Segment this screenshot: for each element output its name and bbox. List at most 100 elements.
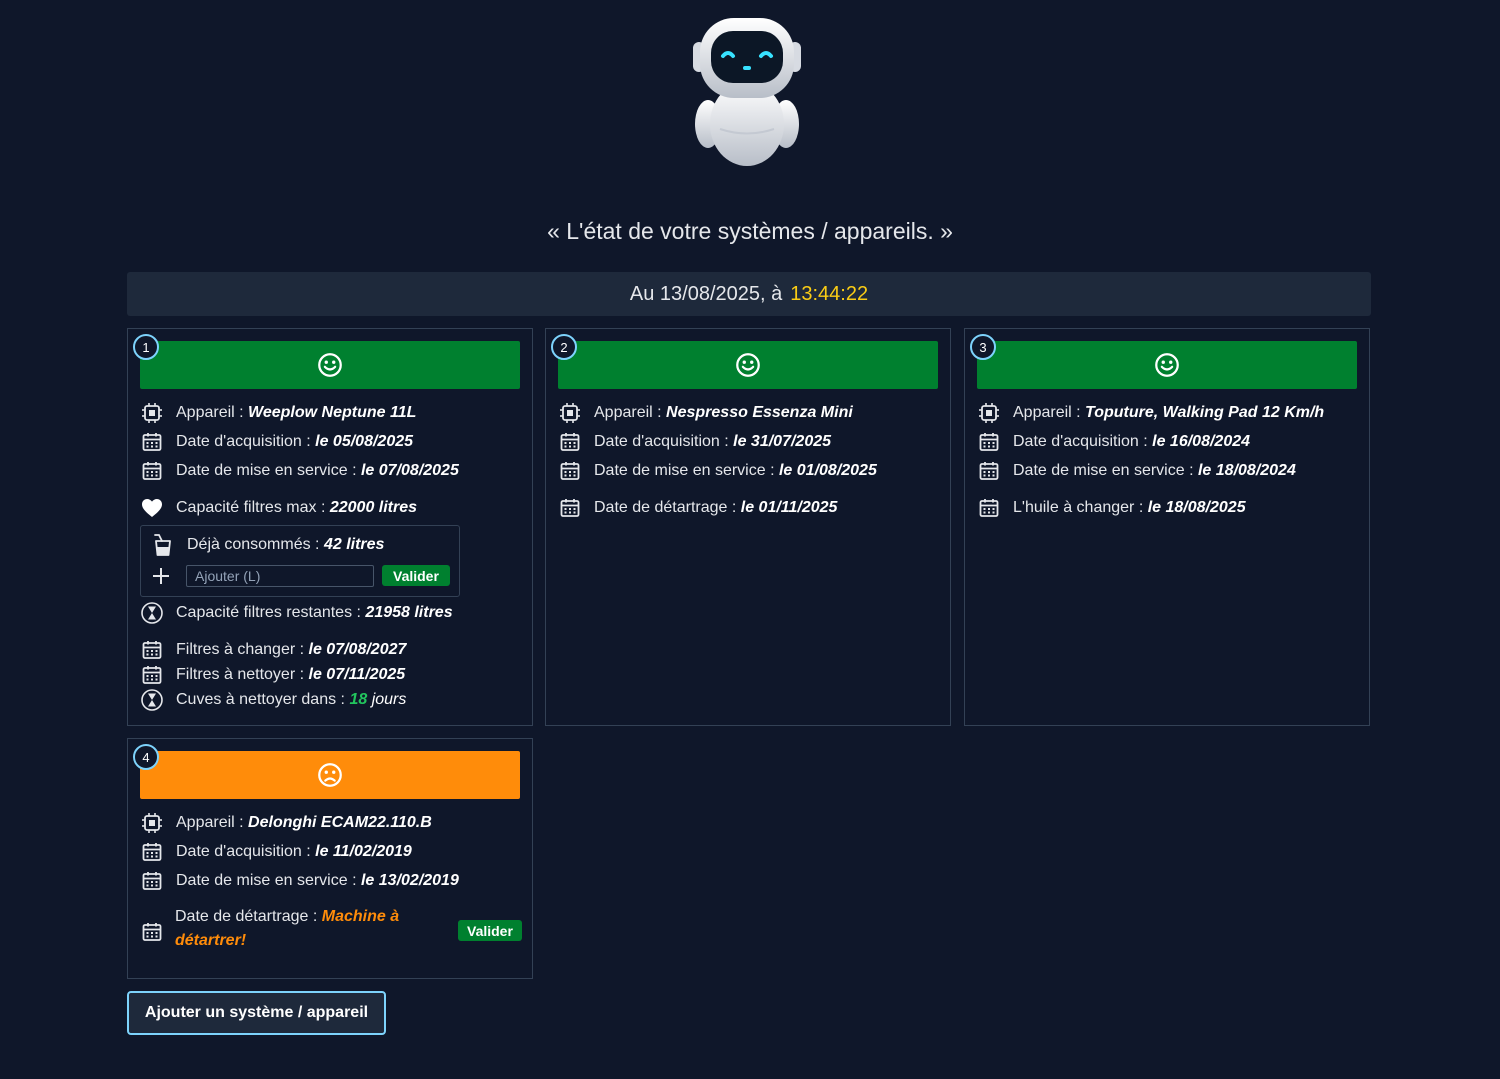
calendar-icon <box>140 638 164 662</box>
chip-icon <box>140 401 164 425</box>
clock-time: 13:44:22 <box>790 282 869 305</box>
device-row: Appareil : Delonghi ECAM22.110.B <box>140 811 432 835</box>
status-banner <box>140 341 520 389</box>
robot-logo <box>682 14 812 166</box>
tanks-days: 18 <box>349 691 368 708</box>
filter-change-date: le 07/08/2027 <box>308 641 407 658</box>
acquisition-row: Date d'acquisition : le 16/08/2024 <box>977 430 1250 454</box>
descale-label: Date de détartrage : <box>594 499 737 516</box>
device-card: 1 Appareil : Weeplow Neptune 11L Date d'… <box>127 328 533 726</box>
card-number-badge: 2 <box>551 334 577 360</box>
service-row: Date de mise en service : le 13/02/2019 <box>140 869 459 893</box>
date-bar: Au 13/08/2025, à 13:44:22 <box>127 272 1371 316</box>
device-row: Appareil : Nespresso Essenza Mini <box>558 401 853 425</box>
date-text: Au 13/08/2025, à <box>629 282 783 305</box>
remaining-row: Capacité filtres restantes : 21958 litre… <box>140 601 453 625</box>
descale-date: le 01/11/2025 <box>740 499 838 516</box>
service-row: Date de mise en service : le 01/08/2025 <box>558 459 877 483</box>
acquisition-date: le 31/07/2025 <box>733 433 832 450</box>
service-date: le 18/08/2024 <box>1197 462 1296 479</box>
page-subtitle: « L'état de votre systèmes / appareils. … <box>547 218 953 244</box>
consumed-value: 42 litres <box>323 536 385 553</box>
service-row: Date de mise en service : le 18/08/2024 <box>977 459 1296 483</box>
service-row: Date de mise en service : le 07/08/2025 <box>140 459 459 483</box>
calendar-icon <box>558 430 582 454</box>
device-name: Weeplow Neptune 11L <box>248 404 417 421</box>
calendar-icon <box>140 840 164 864</box>
tanks-unit: jours <box>371 691 407 708</box>
status-banner <box>558 341 938 389</box>
calendar-icon <box>140 459 164 483</box>
card-number-badge: 4 <box>133 744 159 770</box>
consumed-row: Déjà consommés : 42 litres <box>151 533 384 557</box>
acquisition-row: Date d'acquisition : le 11/02/2019 <box>140 840 412 864</box>
chip-icon <box>977 401 1001 425</box>
add-system-button[interactable]: Ajouter un système / appareil <box>127 991 386 1035</box>
device-row: Appareil : Toputure, Walking Pad 12 Km/h <box>977 401 1324 425</box>
device-name: Toputure, Walking Pad 12 Km/h <box>1085 404 1325 421</box>
capacity-label: Capacité filtres max : <box>176 499 326 516</box>
smile-icon <box>734 351 762 379</box>
service-label: Date de mise en service : <box>594 462 775 479</box>
frown-icon <box>316 761 344 789</box>
capacity-row: Capacité filtres max : 22000 litres <box>140 496 417 520</box>
oil-row: L'huile à changer : le 18/08/2025 <box>977 496 1246 520</box>
card-number-badge: 1 <box>133 334 159 360</box>
service-label: Date de mise en service : <box>176 462 357 479</box>
oil-label: L'huile à changer : <box>1013 499 1144 516</box>
descale-label: Date de détartrage : <box>175 908 318 925</box>
acquisition-label: Date d'acquisition : <box>594 433 729 450</box>
service-date: le 01/08/2025 <box>778 462 877 479</box>
acquisition-label: Date d'acquisition : <box>176 433 311 450</box>
calendar-icon <box>558 459 582 483</box>
cup-icon <box>151 533 175 557</box>
device-label: Appareil : <box>176 814 244 831</box>
acquisition-label: Date d'acquisition : <box>1013 433 1148 450</box>
device-card: 3 Appareil : Toputure, Walking Pad 12 Km… <box>964 328 1370 726</box>
device-name: Delonghi ECAM22.110.B <box>248 814 432 831</box>
descale-warning-line2: détartrer! <box>175 932 247 949</box>
validate-descale-button[interactable]: Valider <box>458 920 522 941</box>
acquisition-date: le 05/08/2025 <box>315 433 414 450</box>
chip-icon <box>558 401 582 425</box>
service-date: le 07/08/2025 <box>360 462 459 479</box>
capacity-value: 22000 litres <box>329 499 418 516</box>
filter-clean-row: Filtres à nettoyer : le 07/11/2025 <box>140 663 405 687</box>
add-liters-input[interactable] <box>186 565 374 587</box>
validate-button[interactable]: Valider <box>382 565 450 586</box>
device-label: Appareil : <box>594 404 662 421</box>
calendar-icon <box>140 430 164 454</box>
descale-block: Date de détartrage : Machine à détartrer… <box>175 905 415 953</box>
tanks-row: Cuves à nettoyer dans : 18 jours <box>140 688 406 712</box>
calendar-icon <box>977 496 1001 520</box>
service-label: Date de mise en service : <box>1013 462 1194 479</box>
status-banner <box>977 341 1357 389</box>
descale-row: Date de détartrage : le 01/11/2025 <box>558 496 837 520</box>
smile-icon <box>1153 351 1181 379</box>
descale-warning-line1: Machine à <box>321 908 400 925</box>
filter-clean-label: Filtres à nettoyer : <box>176 666 305 683</box>
filter-change-label: Filtres à changer : <box>176 641 305 658</box>
device-card: 4 Appareil : Delonghi ECAM22.110.B Date … <box>127 738 533 979</box>
chip-icon <box>140 811 164 835</box>
acquisition-date: le 11/02/2019 <box>315 843 412 860</box>
card-number-badge: 3 <box>970 334 996 360</box>
status-banner <box>140 751 520 799</box>
acquisition-row: Date d'acquisition : le 31/07/2025 <box>558 430 831 454</box>
acquisition-label: Date d'acquisition : <box>176 843 311 860</box>
consumed-label: Déjà consommés : <box>187 536 320 553</box>
hourglass-icon <box>140 601 164 625</box>
smile-icon <box>316 351 344 379</box>
calendar-icon <box>140 920 164 944</box>
acquisition-date: le 16/08/2024 <box>1152 433 1251 450</box>
device-name: Nespresso Essenza Mini <box>666 404 853 421</box>
calendar-icon <box>977 459 1001 483</box>
oil-date: le 18/08/2025 <box>1147 499 1246 516</box>
service-date: le 13/02/2019 <box>360 872 459 889</box>
device-row: Appareil : Weeplow Neptune 11L <box>140 401 416 425</box>
tanks-label: Cuves à nettoyer dans : <box>176 691 345 708</box>
consumption-box: Déjà consommés : 42 litres Valider <box>140 525 460 597</box>
calendar-icon <box>140 869 164 893</box>
filter-change-row: Filtres à changer : le 07/08/2027 <box>140 638 406 662</box>
hourglass-icon <box>140 688 164 712</box>
